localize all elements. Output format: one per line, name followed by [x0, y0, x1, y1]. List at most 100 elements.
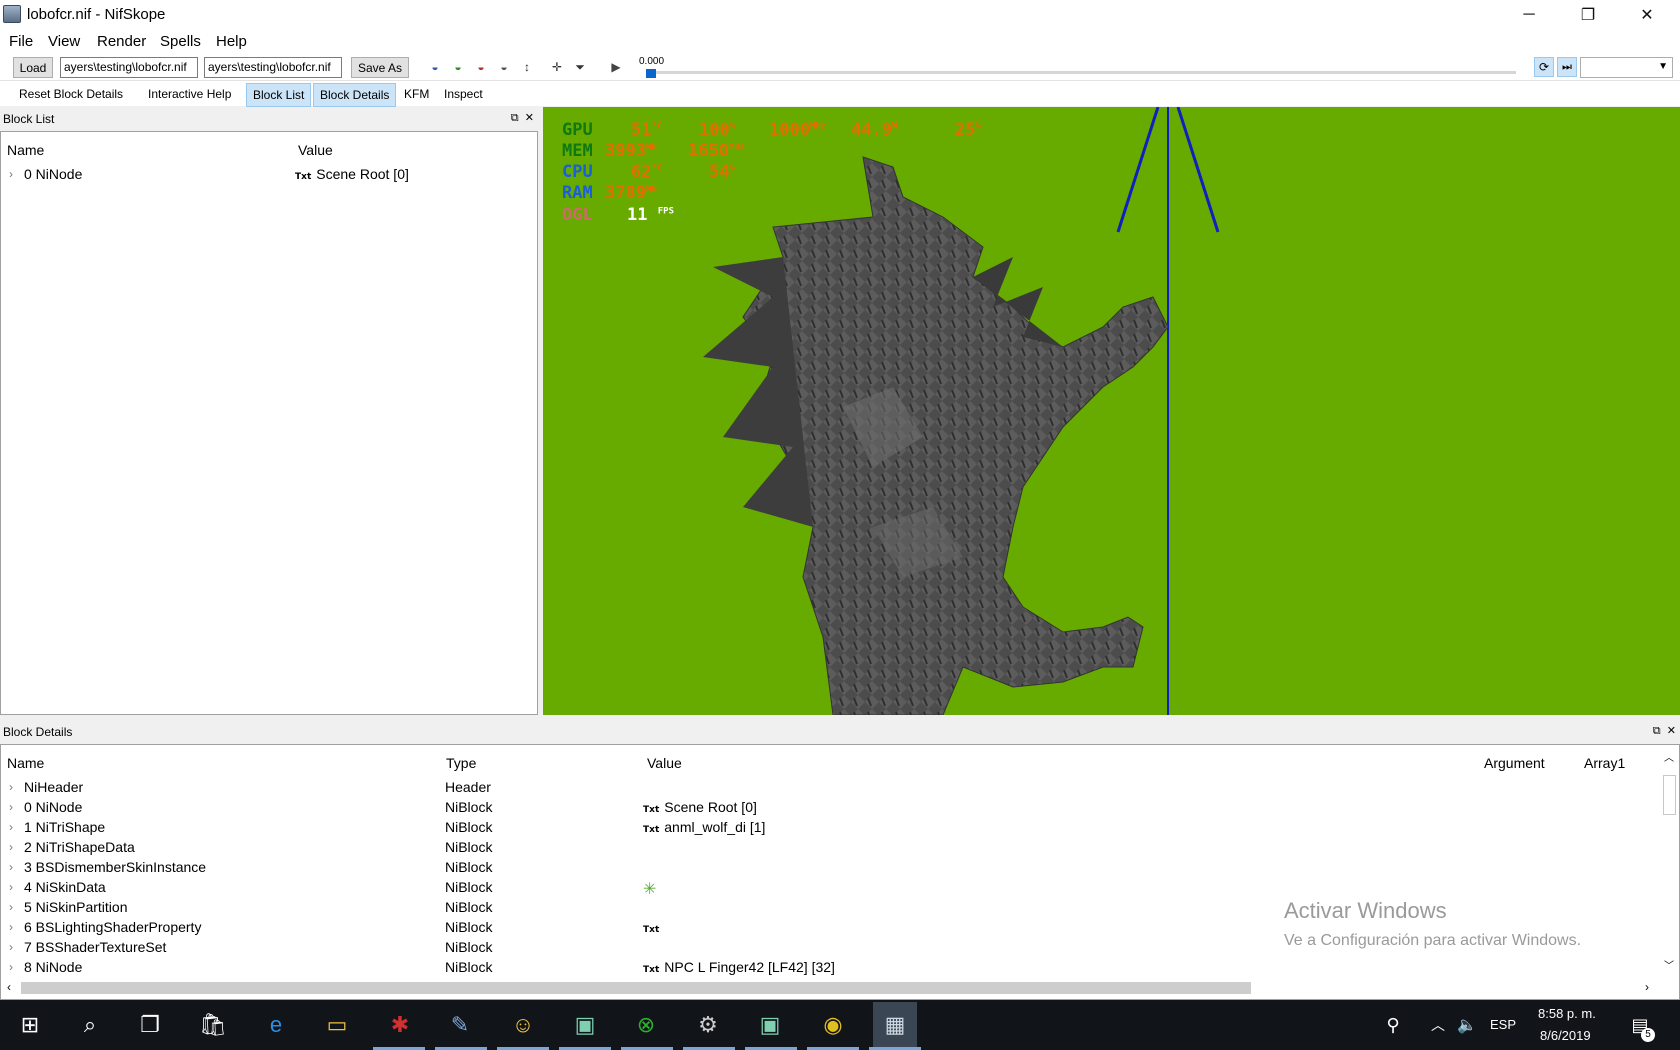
table-row[interactable]: › 4 NiSkinData NiBlock ✳: [1, 879, 1656, 899]
menu-spells[interactable]: Spells: [160, 33, 201, 50]
float-icon[interactable]: ⧉: [1653, 725, 1661, 737]
clock-date[interactable]: 8/6/2019: [1540, 1028, 1591, 1043]
block-list-row[interactable]: › 0 NiNode Txt Scene Root [0]: [1, 166, 537, 186]
gpu-power: 44.9W: [851, 120, 898, 140]
block-name: 3 BSDismemberSkinInstance: [24, 859, 207, 875]
chevron-right-icon[interactable]: ›: [9, 840, 13, 854]
axes-icon[interactable]: ✛: [549, 60, 565, 74]
notification-count-badge: 5: [1641, 1028, 1655, 1042]
render-viewport[interactable]: GPU 51°C 100% 1000MHz 44.9W 25% MEM 3993…: [543, 107, 1680, 715]
edge-icon[interactable]: e: [261, 1010, 291, 1040]
chevron-up-icon[interactable]: ︿: [1664, 749, 1674, 764]
interactive-help-button[interactable]: Interactive Help: [148, 87, 231, 101]
txt-icon: Txt: [643, 925, 660, 935]
walk-mode-icon[interactable]: ↕: [519, 60, 535, 74]
kfm-toggle[interactable]: KFM: [404, 87, 429, 101]
column-header-name[interactable]: Name: [7, 755, 44, 771]
animation-select[interactable]: ▼: [1580, 57, 1673, 78]
menu-view[interactable]: View: [48, 33, 80, 50]
language-indicator[interactable]: ESP: [1490, 1017, 1516, 1032]
windows-start-icon[interactable]: ⊞: [15, 1010, 45, 1040]
maximize-button[interactable]: ❐: [1565, 0, 1611, 30]
block-type: NiBlock: [445, 819, 493, 835]
save-as-button[interactable]: Save As: [351, 57, 409, 78]
people-icon[interactable]: ⚲: [1378, 1010, 1408, 1040]
app-window-icon[interactable]: ▣: [570, 1010, 600, 1040]
save-path-input[interactable]: ayers\testing\lobofcr.nif: [204, 57, 342, 78]
chevron-right-icon[interactable]: ›: [9, 960, 13, 974]
table-row[interactable]: › 1 NiTriShape NiBlock Txt anml_wolf_di [1]: [1, 819, 1656, 839]
app-red-icon[interactable]: ✱: [385, 1010, 415, 1040]
view-user-icon[interactable]: ◒: [496, 60, 512, 74]
chevron-right-icon[interactable]: ›: [9, 900, 13, 914]
chrome-icon[interactable]: ◉: [818, 1010, 848, 1040]
column-header-argument[interactable]: Argument: [1484, 755, 1545, 771]
reset-block-details-button[interactable]: Reset Block Details: [19, 87, 123, 101]
horizontal-scrollbar[interactable]: ‹ ›: [1, 979, 1661, 997]
xbox-icon[interactable]: ⊗: [631, 1010, 661, 1040]
gpu-load: 100%: [699, 120, 736, 140]
app-smiley-icon[interactable]: ☺: [508, 1010, 538, 1040]
block-type: NiBlock: [445, 859, 493, 875]
loop-icon[interactable]: ⟳: [1534, 57, 1554, 77]
float-icon[interactable]: ⧉: [511, 112, 519, 124]
view-dropdown-icon[interactable]: ⏷: [572, 60, 588, 74]
chevron-right-icon[interactable]: ›: [9, 780, 13, 794]
table-row[interactable]: › 0 NiNode NiBlock Txt Scene Root [0]: [1, 799, 1656, 819]
load-path-input[interactable]: ayers\testing\lobofcr.nif: [60, 57, 198, 78]
close-icon[interactable]: ✕: [1667, 725, 1676, 737]
chevron-right-icon[interactable]: ›: [9, 940, 13, 954]
time-slider-handle[interactable]: [646, 69, 656, 78]
minimize-button[interactable]: ─: [1506, 0, 1552, 30]
chevron-right-icon[interactable]: ›: [9, 167, 13, 181]
view-front-icon[interactable]: ◒: [427, 60, 443, 74]
view-side-icon[interactable]: ◒: [450, 60, 466, 74]
mem-used: 3993MB: [605, 141, 657, 161]
clock-time[interactable]: 8:58 p. m.: [1538, 1006, 1596, 1021]
view-top-icon[interactable]: ◒: [473, 60, 489, 74]
chevron-right-icon[interactable]: ›: [9, 800, 13, 814]
time-slider-track[interactable]: [650, 71, 1516, 74]
chevron-right-icon[interactable]: ›: [9, 820, 13, 834]
close-icon[interactable]: ✕: [525, 112, 534, 124]
column-header-array1[interactable]: Array1: [1584, 755, 1625, 771]
app-tool-icon[interactable]: ⚙: [693, 1010, 723, 1040]
menu-render[interactable]: Render: [97, 33, 146, 50]
table-row[interactable]: › NiHeader Header: [1, 779, 1656, 799]
scrollbar-thumb[interactable]: [1663, 775, 1676, 815]
app-editor-icon[interactable]: ✎: [445, 1010, 475, 1040]
column-header-type[interactable]: Type: [446, 755, 476, 771]
table-row[interactable]: › 8 NiNode NiBlock Txt NPC L Finger42 [LF42]…: [1, 959, 1656, 979]
chevron-right-icon[interactable]: ›: [1645, 980, 1649, 994]
vertical-scrollbar[interactable]: ︿ ﹀: [1661, 749, 1678, 977]
chevron-left-icon[interactable]: ‹: [7, 980, 11, 994]
close-button[interactable]: ✕: [1624, 0, 1670, 30]
load-button[interactable]: Load: [13, 57, 53, 78]
menu-help[interactable]: Help: [216, 33, 247, 50]
chevron-right-icon[interactable]: ›: [9, 880, 13, 894]
column-header-value[interactable]: Value: [298, 142, 333, 158]
chevron-right-icon[interactable]: ›: [9, 920, 13, 934]
menu-file[interactable]: File: [9, 33, 33, 50]
task-view-icon[interactable]: ❐: [135, 1010, 165, 1040]
table-row[interactable]: › 3 BSDismemberSkinInstance NiBlock: [1, 859, 1656, 879]
volume-icon[interactable]: 🔈: [1452, 1010, 1482, 1040]
scrollbar-thumb[interactable]: [21, 982, 1251, 994]
column-header-name[interactable]: Name: [7, 142, 44, 158]
column-header-value[interactable]: Value: [647, 755, 682, 771]
block-list-toggle[interactable]: Block List: [246, 83, 312, 107]
inspect-toggle[interactable]: Inspect: [444, 87, 483, 101]
switch-animation-icon[interactable]: ⏭: [1557, 57, 1577, 77]
gpu-clock: 1000MHz: [769, 120, 827, 140]
block-details-toggle[interactable]: Block Details: [313, 83, 397, 107]
app-window2-icon[interactable]: ▣: [755, 1010, 785, 1040]
search-icon[interactable]: ⌕: [75, 1010, 105, 1040]
store-icon[interactable]: 🛍: [198, 1010, 228, 1040]
table-row[interactable]: › 2 NiTriShapeData NiBlock: [1, 839, 1656, 859]
file-explorer-icon[interactable]: ▭: [322, 1010, 352, 1040]
chevron-right-icon[interactable]: ›: [9, 860, 13, 874]
play-icon[interactable]: ▶: [608, 60, 624, 74]
chevron-up-icon[interactable]: ︿: [1423, 1010, 1453, 1040]
chevron-down-icon[interactable]: ﹀: [1664, 957, 1674, 972]
nifskope-taskbar-icon[interactable]: ▦: [873, 1002, 917, 1048]
